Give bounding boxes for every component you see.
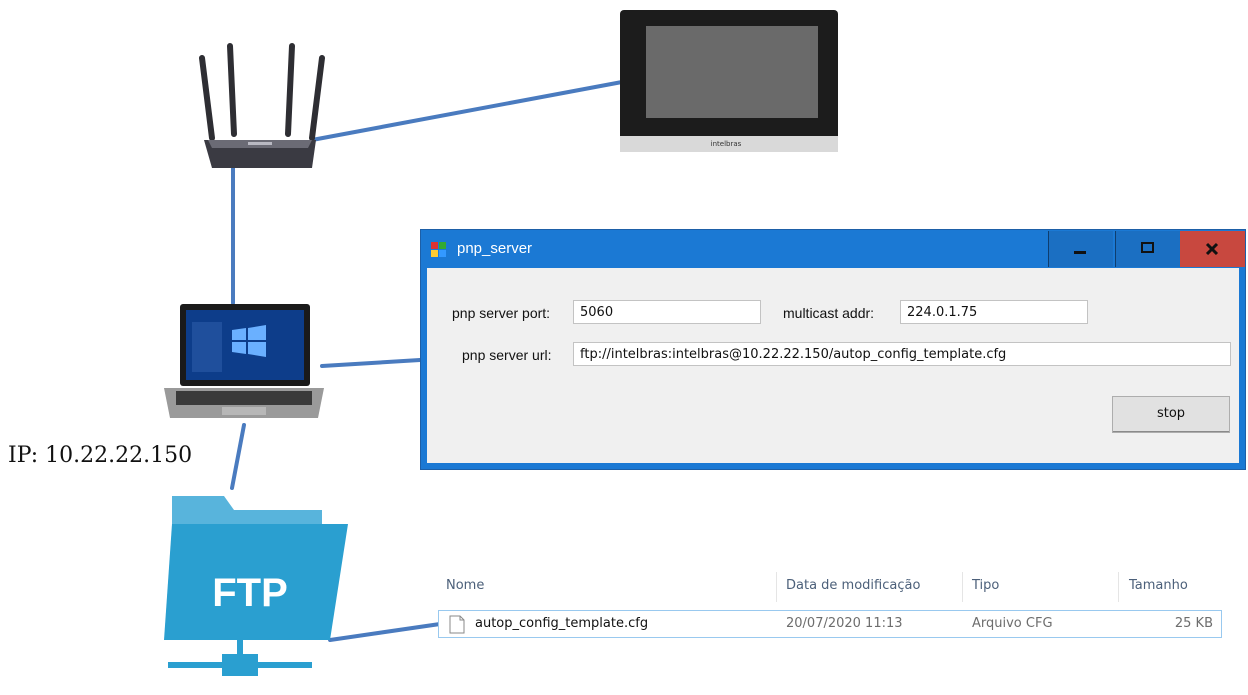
url-input[interactable]: ftp://intelbras:intelbras@10.22.22.150/a…: [573, 342, 1231, 366]
column-size[interactable]: Tamanho: [1129, 578, 1188, 593]
file-icon: [449, 615, 465, 634]
column-separator: [962, 572, 963, 602]
multicast-label: multicast addr:: [783, 305, 875, 321]
titlebar[interactable]: pnp_server: [421, 230, 1245, 268]
maximize-button[interactable]: [1115, 231, 1180, 267]
app-icon: [431, 242, 446, 257]
link-laptop-window: [320, 358, 422, 368]
close-icon: [1205, 242, 1219, 256]
file-list: Nome Data de modificação Tipo Tamanho au…: [432, 572, 1228, 642]
close-button[interactable]: [1180, 231, 1245, 267]
url-label: pnp server url:: [462, 347, 552, 363]
router-icon: [199, 43, 325, 168]
stop-button[interactable]: stop: [1112, 396, 1230, 433]
multicast-input[interactable]: 224.0.1.75: [900, 300, 1088, 324]
monitor-brand: intelbras: [711, 140, 742, 148]
file-size: 25 KB: [1174, 616, 1213, 631]
laptop-icon: [164, 304, 324, 418]
file-name: autop_config_template.cfg: [475, 616, 649, 631]
window-client: pnp server port: 5060 multicast addr: 22…: [427, 268, 1239, 463]
ftp-label: FTP: [212, 571, 288, 615]
monitor-icon: intelbras: [620, 10, 838, 152]
ip-label: IP: 10.22.22.150: [8, 443, 193, 468]
maximize-icon: [1141, 242, 1154, 253]
ftp-folder-icon: FTP: [164, 496, 348, 676]
port-input[interactable]: 5060: [573, 300, 761, 324]
column-date[interactable]: Data de modificação: [786, 578, 920, 593]
file-type: Arquivo CFG: [972, 616, 1053, 631]
minimize-button[interactable]: [1048, 231, 1113, 267]
column-separator: [776, 572, 777, 602]
file-date: 20/07/2020 11:13: [786, 616, 903, 631]
minimize-icon: [1074, 251, 1086, 254]
link-laptop-ftp: [230, 423, 246, 490]
link-router-monitor: [310, 80, 624, 142]
file-row[interactable]: autop_config_template.cfg 20/07/2020 11:…: [438, 610, 1222, 638]
window-title: pnp_server: [457, 240, 533, 257]
column-type[interactable]: Tipo: [972, 578, 999, 593]
column-name[interactable]: Nome: [446, 578, 484, 593]
column-separator: [1118, 572, 1119, 602]
port-label: pnp server port:: [452, 305, 551, 321]
pnp-server-window: pnp_server pnp server port: 5060 multica…: [420, 229, 1246, 470]
